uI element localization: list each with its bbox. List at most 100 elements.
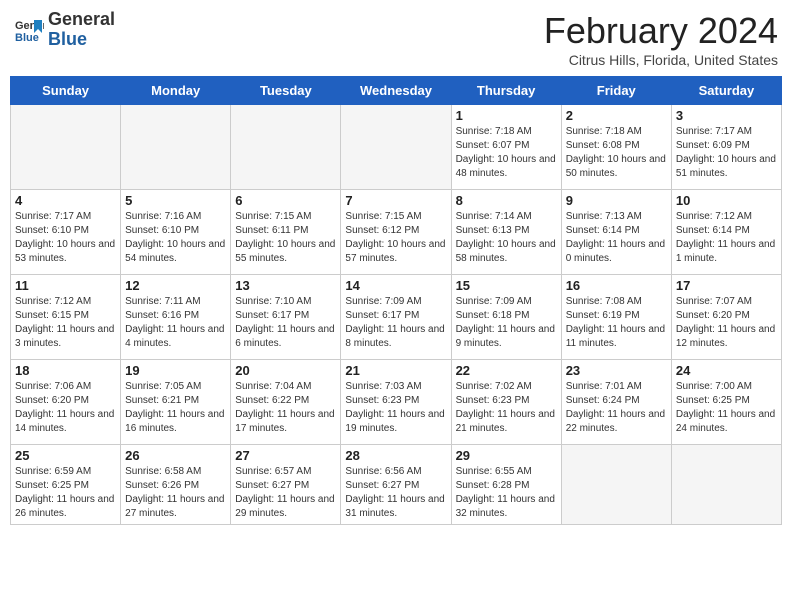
header: General Blue General Blue February 2024 … <box>10 10 782 68</box>
day-info: Sunrise: 6:57 AM Sunset: 6:27 PM Dayligh… <box>235 465 336 521</box>
day-number: 28 <box>345 448 446 463</box>
day-header-thursday: Thursday <box>451 77 561 105</box>
day-number: 5 <box>125 193 226 208</box>
day-info: Sunrise: 7:15 AM Sunset: 6:12 PM Dayligh… <box>345 210 446 266</box>
day-cell <box>121 105 231 190</box>
calendar-table: SundayMondayTuesdayWednesdayThursdayFrid… <box>10 76 782 525</box>
day-info: Sunrise: 7:07 AM Sunset: 6:20 PM Dayligh… <box>676 295 777 351</box>
day-cell <box>341 105 451 190</box>
day-info: Sunrise: 6:56 AM Sunset: 6:27 PM Dayligh… <box>345 465 446 521</box>
day-number: 8 <box>456 193 557 208</box>
day-number: 12 <box>125 278 226 293</box>
day-number: 22 <box>456 363 557 378</box>
day-header-wednesday: Wednesday <box>341 77 451 105</box>
day-info: Sunrise: 7:04 AM Sunset: 6:22 PM Dayligh… <box>235 380 336 436</box>
calendar-title: February 2024 <box>544 10 778 52</box>
day-cell: 10Sunrise: 7:12 AM Sunset: 6:14 PM Dayli… <box>671 190 781 275</box>
day-cell: 22 Sunrise: 7:02 AM Sunset: 6:23 PM Dayli… <box>451 360 561 445</box>
day-info: Sunrise: 7:12 AM Sunset: 6:15 PM Dayligh… <box>15 295 116 351</box>
day-number: 18 <box>15 363 116 378</box>
day-cell: 17 Sunrise: 7:07 AM Sunset: 6:20 PM Dayli… <box>671 275 781 360</box>
day-header-tuesday: Tuesday <box>231 77 341 105</box>
day-cell: 26Sunrise: 6:58 AM Sunset: 6:26 PM Dayli… <box>121 445 231 525</box>
day-info: Sunrise: 7:18 AM Sunset: 6:08 PM Dayligh… <box>566 125 667 181</box>
day-info: Sunrise: 7:17 AM Sunset: 6:09 PM Dayligh… <box>676 125 777 181</box>
day-info: Sunrise: 7:11 AM Sunset: 6:16 PM Dayligh… <box>125 295 226 351</box>
day-cell: 20Sunrise: 7:04 AM Sunset: 6:22 PM Dayli… <box>231 360 341 445</box>
day-number: 9 <box>566 193 667 208</box>
day-info: Sunrise: 6:59 AM Sunset: 6:25 PM Dayligh… <box>15 465 116 521</box>
week-row-4: 25 Sunrise: 6:59 AM Sunset: 6:25 PM Dayli… <box>11 445 782 525</box>
day-cell: 12 Sunrise: 7:11 AM Sunset: 6:16 PM Dayli… <box>121 275 231 360</box>
day-cell: 13 Sunrise: 7:10 AM Sunset: 6:17 PM Dayli… <box>231 275 341 360</box>
day-number: 11 <box>15 278 116 293</box>
day-number: 25 <box>15 448 116 463</box>
day-cell <box>11 105 121 190</box>
day-cell: 5 Sunrise: 7:16 AM Sunset: 6:10 PM Daylig… <box>121 190 231 275</box>
day-cell: 7 Sunrise: 7:15 AM Sunset: 6:12 PM Daylig… <box>341 190 451 275</box>
day-cell <box>671 445 781 525</box>
week-row-0: 1Sunrise: 7:18 AM Sunset: 6:07 PM Daylig… <box>11 105 782 190</box>
day-number: 13 <box>235 278 336 293</box>
day-header-sunday: Sunday <box>11 77 121 105</box>
day-cell: 24 Sunrise: 7:00 AM Sunset: 6:25 PM Dayli… <box>671 360 781 445</box>
day-cell: 4 Sunrise: 7:17 AM Sunset: 6:10 PM Daylig… <box>11 190 121 275</box>
day-header-friday: Friday <box>561 77 671 105</box>
day-info: Sunrise: 7:03 AM Sunset: 6:23 PM Dayligh… <box>345 380 446 436</box>
day-number: 7 <box>345 193 446 208</box>
day-cell: 14 Sunrise: 7:09 AM Sunset: 6:17 PM Dayli… <box>341 275 451 360</box>
day-header-saturday: Saturday <box>671 77 781 105</box>
day-info: Sunrise: 7:17 AM Sunset: 6:10 PM Dayligh… <box>15 210 116 266</box>
day-cell: 6 Sunrise: 7:15 AM Sunset: 6:11 PM Daylig… <box>231 190 341 275</box>
day-cell: 21Sunrise: 7:03 AM Sunset: 6:23 PM Dayli… <box>341 360 451 445</box>
day-number: 24 <box>676 363 777 378</box>
day-number: 6 <box>235 193 336 208</box>
day-cell: 3 Sunrise: 7:17 AM Sunset: 6:09 PM Daylig… <box>671 105 781 190</box>
logo-icon: General Blue <box>14 15 44 45</box>
day-info: Sunrise: 7:01 AM Sunset: 6:24 PM Dayligh… <box>566 380 667 436</box>
day-cell: 23Sunrise: 7:01 AM Sunset: 6:24 PM Dayli… <box>561 360 671 445</box>
day-info: Sunrise: 7:08 AM Sunset: 6:19 PM Dayligh… <box>566 295 667 351</box>
day-number: 14 <box>345 278 446 293</box>
day-cell <box>231 105 341 190</box>
logo: General Blue General Blue <box>14 10 115 50</box>
day-header-monday: Monday <box>121 77 231 105</box>
week-row-2: 11 Sunrise: 7:12 AM Sunset: 6:15 PM Dayli… <box>11 275 782 360</box>
day-number: 26 <box>125 448 226 463</box>
day-info: Sunrise: 7:05 AM Sunset: 6:21 PM Dayligh… <box>125 380 226 436</box>
logo-blue-text: Blue <box>48 29 87 49</box>
day-info: Sunrise: 7:02 AM Sunset: 6:23 PM Dayligh… <box>456 380 557 436</box>
day-cell: 9 Sunrise: 7:13 AM Sunset: 6:14 PM Daylig… <box>561 190 671 275</box>
day-number: 1 <box>456 108 557 123</box>
day-number: 2 <box>566 108 667 123</box>
day-number: 27 <box>235 448 336 463</box>
day-cell: 19 Sunrise: 7:05 AM Sunset: 6:21 PM Dayli… <box>121 360 231 445</box>
day-cell: 8Sunrise: 7:14 AM Sunset: 6:13 PM Daylig… <box>451 190 561 275</box>
day-info: Sunrise: 7:13 AM Sunset: 6:14 PM Dayligh… <box>566 210 667 266</box>
svg-text:Blue: Blue <box>15 32 39 44</box>
day-cell: 28 Sunrise: 6:56 AM Sunset: 6:27 PM Dayli… <box>341 445 451 525</box>
day-number: 3 <box>676 108 777 123</box>
day-number: 19 <box>125 363 226 378</box>
day-cell: 11 Sunrise: 7:12 AM Sunset: 6:15 PM Dayli… <box>11 275 121 360</box>
day-number: 16 <box>566 278 667 293</box>
day-info: Sunrise: 7:10 AM Sunset: 6:17 PM Dayligh… <box>235 295 336 351</box>
day-cell: 25 Sunrise: 6:59 AM Sunset: 6:25 PM Dayli… <box>11 445 121 525</box>
day-info: Sunrise: 7:12 AM Sunset: 6:14 PM Dayligh… <box>676 210 777 266</box>
day-info: Sunrise: 7:09 AM Sunset: 6:17 PM Dayligh… <box>345 295 446 351</box>
day-number: 4 <box>15 193 116 208</box>
day-info: Sunrise: 7:09 AM Sunset: 6:18 PM Dayligh… <box>456 295 557 351</box>
day-number: 15 <box>456 278 557 293</box>
day-info: Sunrise: 7:06 AM Sunset: 6:20 PM Dayligh… <box>15 380 116 436</box>
day-number: 17 <box>676 278 777 293</box>
week-row-1: 4 Sunrise: 7:17 AM Sunset: 6:10 PM Daylig… <box>11 190 782 275</box>
day-cell: 16 Sunrise: 7:08 AM Sunset: 6:19 PM Dayli… <box>561 275 671 360</box>
day-cell: 2 Sunrise: 7:18 AM Sunset: 6:08 PM Daylig… <box>561 105 671 190</box>
day-info: Sunrise: 7:16 AM Sunset: 6:10 PM Dayligh… <box>125 210 226 266</box>
day-info: Sunrise: 7:00 AM Sunset: 6:25 PM Dayligh… <box>676 380 777 436</box>
day-info: Sunrise: 7:15 AM Sunset: 6:11 PM Dayligh… <box>235 210 336 266</box>
day-cell: 18 Sunrise: 7:06 AM Sunset: 6:20 PM Dayli… <box>11 360 121 445</box>
days-header-row: SundayMondayTuesdayWednesdayThursdayFrid… <box>11 77 782 105</box>
day-number: 29 <box>456 448 557 463</box>
day-cell <box>561 445 671 525</box>
